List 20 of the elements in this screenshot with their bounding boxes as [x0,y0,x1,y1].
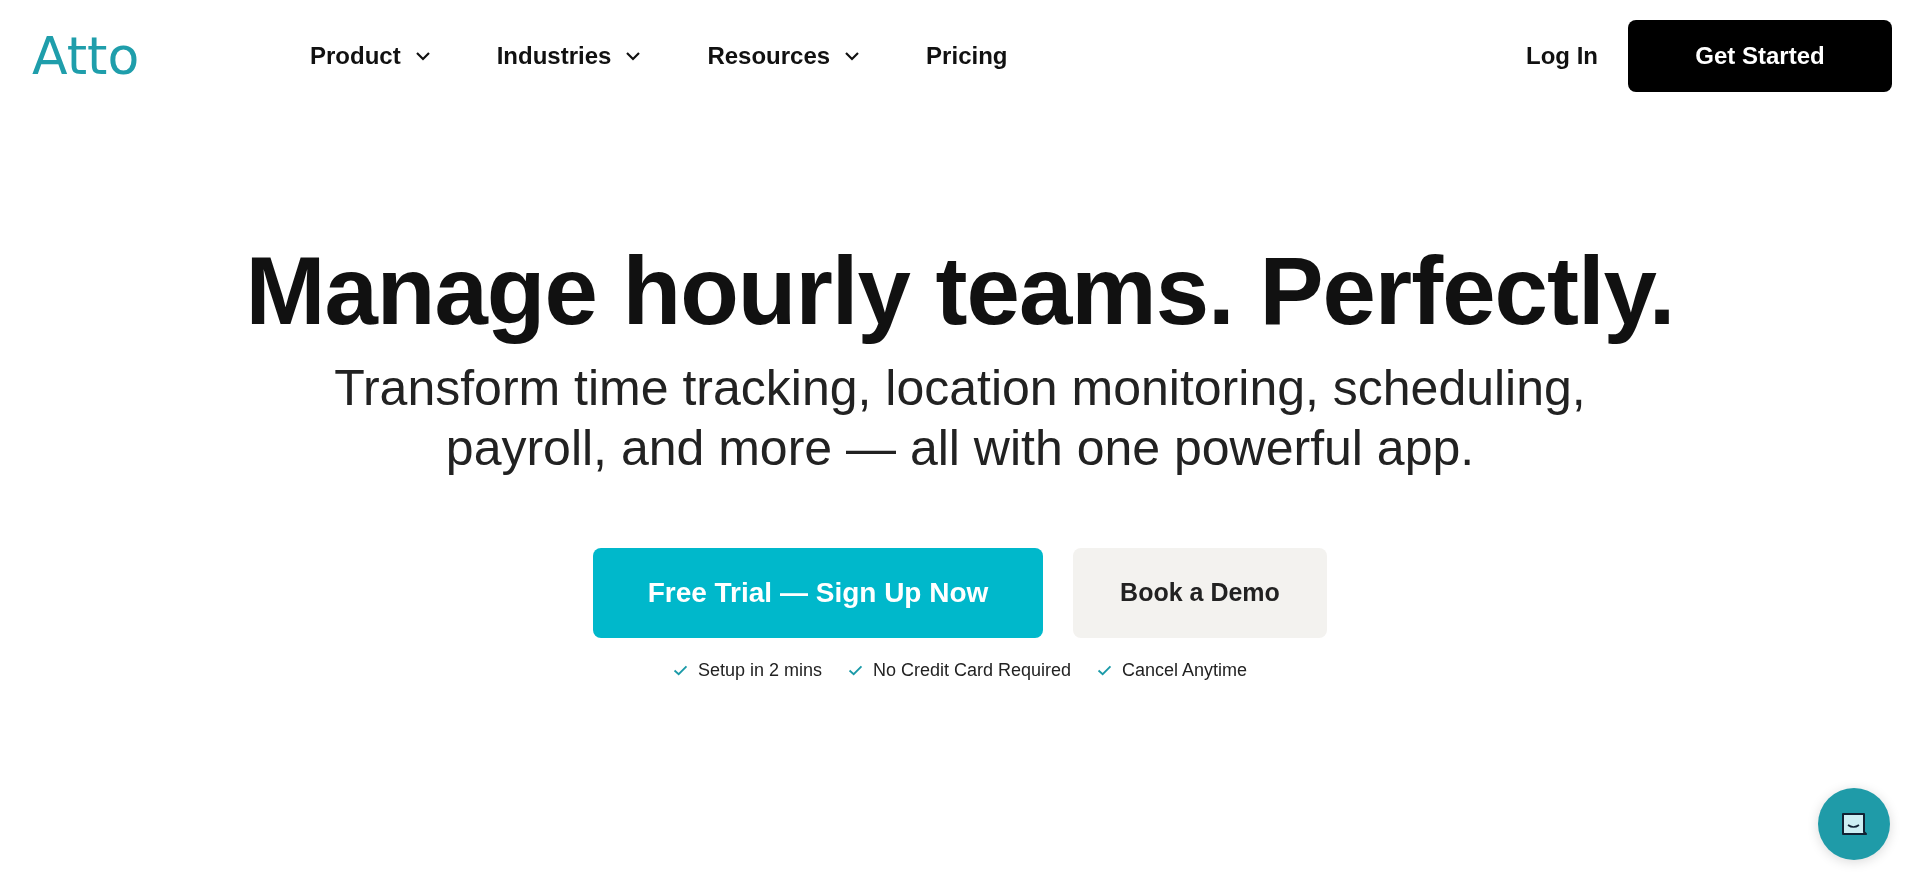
benefit-text: No Credit Card Required [872,659,1072,681]
benefit-text: Setup in 2 mins [697,659,822,681]
chat-icon [1840,811,1868,837]
nav-link[interactable]: Resources [707,42,861,70]
benefit-text: Cancel Anytime [1122,659,1248,681]
get-started-button[interactable]: Get Started [1628,20,1892,92]
nav-link[interactable]: Pricing [926,42,1008,70]
headline: Manage hourly teams. Perfectly. [245,238,1675,344]
login-link[interactable]: Log In [1526,42,1598,70]
chat-button[interactable] [1818,788,1890,860]
chevron-down-icon [414,51,431,61]
subtitle: Transform time tracking, location monitoring, scheduling, payroll, and more — all with one powerful app. [333,358,1587,478]
book-demo-button[interactable]: Book a Demo [1073,547,1327,638]
check-icon [847,664,863,676]
nav-link[interactable]: Industries [496,42,642,70]
nav-link[interactable]: Product [310,42,431,70]
chevron-down-icon [625,51,642,61]
check-icon [1097,664,1113,676]
check-icon [672,664,688,676]
chevron-down-icon [844,51,861,61]
